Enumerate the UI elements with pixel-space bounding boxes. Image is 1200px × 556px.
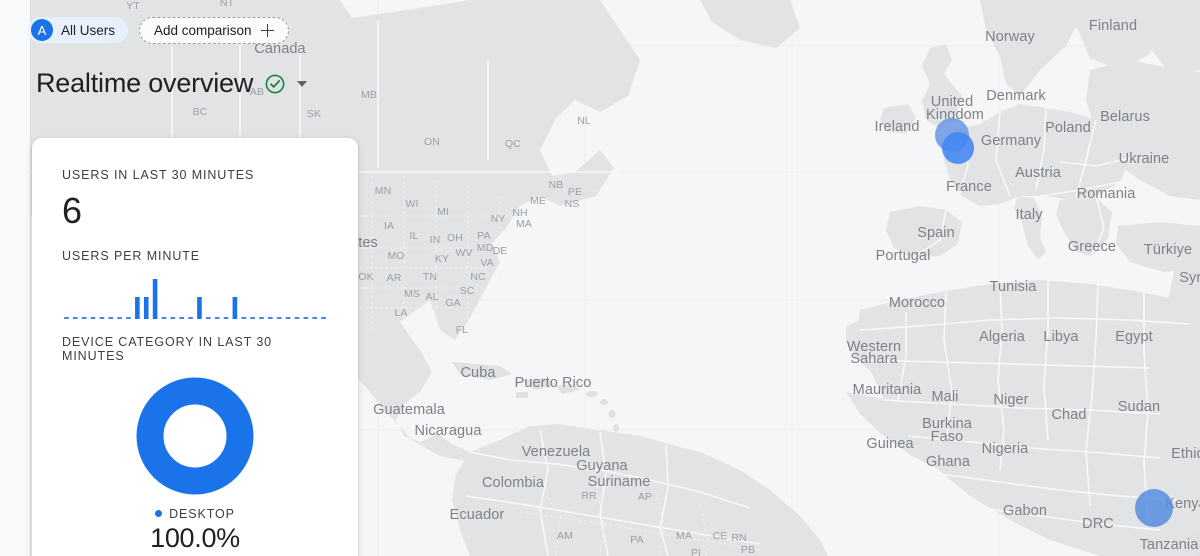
minute-bar--13: [214, 316, 220, 319]
users-last-30-min-value: 6: [62, 190, 82, 231]
segment-avatar: A: [31, 19, 53, 41]
realtime-overview-page: .land { fill:#e1e3e5; } .land2 { fill:#d…: [0, 0, 1200, 556]
minute-bar--28: [81, 316, 87, 319]
legend-dot-desktop: [155, 510, 163, 518]
left-rail: [0, 0, 31, 556]
minute-bar--20: [152, 278, 158, 319]
donut-slice-desktop: [136, 377, 254, 495]
page-header: Realtime overview: [36, 68, 308, 99]
minute-bar--7: [268, 316, 273, 319]
minute-bar--15: [197, 296, 202, 319]
chevron-down-icon[interactable]: [297, 80, 308, 87]
page-title: Realtime overview: [36, 68, 254, 98]
minute-bar--25: [108, 316, 114, 319]
minute-bar--9: [250, 316, 255, 319]
minute-bar--1: [321, 316, 326, 319]
minute-bar--22: [135, 296, 140, 319]
minute-bar--23: [126, 316, 131, 319]
add-comparison-label: Add comparison: [154, 23, 252, 38]
minute-bar--4: [294, 316, 300, 319]
add-comparison-button[interactable]: Add comparison: [139, 17, 289, 44]
device-legend: DESKTOP: [62, 507, 328, 521]
minute-bar--30: [64, 316, 69, 319]
realtime-overview-card: USERS IN LAST 30 MINUTES 6 USERS PER MIN…: [32, 138, 358, 556]
users-per-minute-caption: USERS PER MINUTE: [62, 248, 201, 263]
minute-bar--11: [232, 296, 238, 319]
minute-bar--26: [99, 316, 105, 319]
minute-bar--6: [276, 316, 282, 319]
users-per-minute-chart[interactable]: [62, 275, 328, 323]
plus-icon: [260, 24, 274, 37]
check-circle-icon: [265, 74, 285, 93]
minute-bar--29: [72, 316, 78, 319]
minute-bar--18: [170, 316, 176, 319]
minute-bar--2: [312, 316, 317, 319]
minute-bar--17: [179, 316, 184, 319]
minute-bar--3: [303, 316, 309, 319]
minute-bar--8: [259, 316, 264, 319]
minute-bar--14: [205, 316, 211, 319]
minute-bar--27: [90, 316, 96, 319]
minute-bar--5: [285, 316, 291, 319]
minute-bar--12: [223, 316, 229, 319]
device-legend-value: 100.0%: [150, 522, 240, 553]
minute-bar--19: [161, 316, 167, 319]
device-category-chart[interactable]: [62, 377, 328, 495]
marker-english-channel[interactable]: [942, 132, 974, 164]
device-category-donut: [136, 377, 254, 495]
minute-bar--16: [188, 316, 193, 319]
all-users-segment-chip[interactable]: A All Users: [28, 17, 129, 43]
legend-label-desktop: DESKTOP: [169, 506, 235, 521]
minute-bar--21: [143, 296, 149, 319]
users-last-30-min-caption: USERS IN LAST 30 MINUTES: [62, 168, 255, 182]
device-category-caption: DEVICE CATEGORY IN LAST 30 MINUTES: [62, 334, 273, 363]
users-per-minute-bars: [64, 278, 326, 319]
marker-kenya[interactable]: [1135, 489, 1173, 527]
minute-bar--24: [117, 316, 122, 319]
minute-bar--10: [241, 316, 247, 319]
all-users-label: All Users: [61, 22, 116, 38]
